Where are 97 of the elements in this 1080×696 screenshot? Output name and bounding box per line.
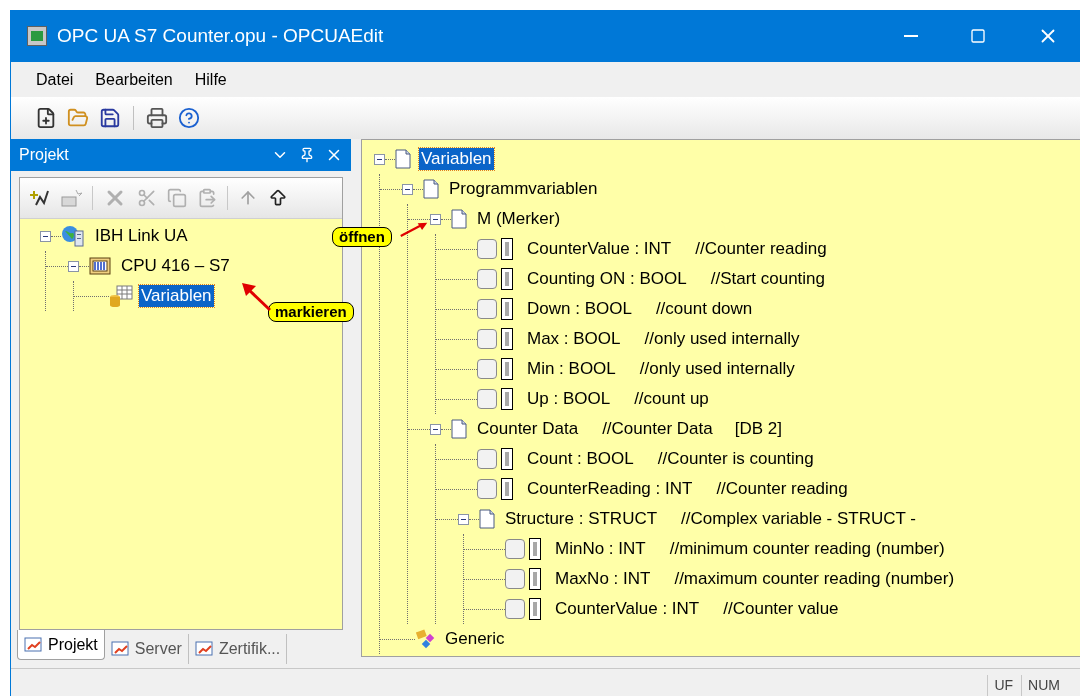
panel-tab[interactable]: Zertifik... [188,634,288,664]
tab-icon [24,635,44,654]
menu-item[interactable]: Hilfe [185,67,236,92]
tree-item-label[interactable]: CounterReading : INT [525,478,695,500]
variable-comment: //Counter reading [716,478,848,501]
checkbox[interactable] [477,359,497,379]
variable-bar-icon [529,568,541,590]
pointer-arrow-icon [241,282,271,312]
variable-bar-icon [501,328,513,350]
panel-tab[interactable]: Server [104,634,189,664]
checkbox[interactable] [477,449,497,469]
checkbox[interactable] [505,569,525,589]
tree-item-label[interactable]: CounterValue : INT [553,598,702,620]
collapse-toggle[interactable] [40,230,51,242]
tree-item-label[interactable]: Counter Data [475,418,581,440]
app-icon [27,26,47,46]
checkbox[interactable] [477,389,497,409]
collapse-toggle[interactable] [402,183,413,195]
variable-comment: //Counter reading [695,238,827,261]
callout-label: öffnen [332,227,392,247]
collapse-toggle[interactable] [430,213,441,225]
status-indicator: NUM [1021,675,1066,696]
variable-bar-icon [501,268,513,290]
checkbox[interactable] [477,329,497,349]
document-icon [451,209,467,229]
checkbox[interactable] [477,479,497,499]
tree-item-label[interactable]: CPU 416 – S7 [119,255,232,277]
variable-bar-icon [501,238,513,260]
menu-item[interactable]: Bearbeiten [86,67,182,92]
tree-item-label[interactable]: Variablen [419,148,494,170]
tree-item-label[interactable]: Down : BOOL [525,298,634,320]
variable-bar-icon [501,388,513,410]
variable-comment: //count down [655,298,753,321]
tree-item-label[interactable]: Max : BOOL [525,328,623,350]
variable-bar-icon [501,448,513,470]
checkbox[interactable] [505,599,525,619]
paste-icon[interactable] [197,188,217,208]
variable-comment: //Counter Data [602,418,713,441]
tree-item-label[interactable]: Counting ON : BOOL [525,268,689,290]
globe-server-icon [61,225,85,247]
panel-tab[interactable]: Projekt [17,630,105,660]
tree-item-label[interactable]: M (Merker) [475,208,563,230]
variable-comment: //only used internally [644,328,800,351]
checkbox[interactable] [477,269,497,289]
cpu-module-icon [89,256,111,276]
variable-comment: //Start counting [710,268,826,291]
tree-item-label[interactable]: Count : BOOL [525,448,636,470]
variable-comment: //Complex variable - STRUCT - [681,508,916,531]
document-icon [451,419,467,439]
tree-item-label[interactable]: IBH Link UA [93,225,190,247]
variable-comment: //Counter value [723,598,839,621]
variable-comment: //only used internally [639,358,795,381]
copy-icon[interactable] [167,188,187,208]
tree-item-label[interactable]: Generic [443,628,507,650]
minimize-icon [904,35,918,37]
tree-item-label[interactable]: MaxNo : INT [553,568,653,590]
tab-icon [194,640,215,658]
cubes-icon [415,629,437,649]
tab-icon [110,640,131,658]
tree-item-label[interactable]: Programmvariablen [447,178,600,200]
tree-item-label[interactable]: Variablen [139,285,214,307]
tree-item-label[interactable]: Structure : STRUCT [503,508,660,530]
document-icon [395,149,411,169]
collapse-toggle[interactable] [458,513,469,525]
pin-icon[interactable] [299,147,315,163]
data-block-label: [DB 2] [734,418,782,441]
variable-comment: //Counter is counting [657,448,814,471]
variable-comment: //minimum counter reading (number) [669,538,945,561]
variable-bar-icon [529,598,541,620]
move-top-icon[interactable] [268,188,288,208]
collapse-toggle[interactable] [374,153,385,165]
variable-bar-icon [529,538,541,560]
checkbox[interactable] [477,239,497,259]
panel-title: Projekt [19,145,69,165]
menu-item[interactable]: Datei [27,67,83,92]
help-button[interactable] [176,105,202,131]
checkbox[interactable] [505,539,525,559]
callout-label: markieren [268,302,354,322]
checkbox[interactable] [477,299,497,319]
variable-comment: //count up [634,388,709,411]
document-icon [479,509,495,529]
variable-bar-icon [501,298,513,320]
variable-bar-icon [501,358,513,380]
collapse-toggle[interactable] [430,423,441,435]
print-button[interactable] [144,105,170,131]
status-indicator: UF [987,675,1020,696]
window-title: OPC UA S7 Counter.opu - OPCUAEdit [57,23,384,48]
tree-item-label[interactable]: Up : BOOL [525,388,613,410]
variable-bar-icon [501,478,513,500]
variable-comment: //maximum counter reading (number) [674,568,955,591]
collapse-toggle[interactable] [68,260,79,272]
maximize-icon [970,28,986,44]
document-icon [423,179,439,199]
tree-item-label[interactable]: CounterValue : INT [525,238,674,260]
tree-item-label[interactable]: MinNo : INT [553,538,648,560]
tree-item-label[interactable]: Min : BOOL [525,358,618,380]
cut-icon[interactable] [137,188,157,208]
